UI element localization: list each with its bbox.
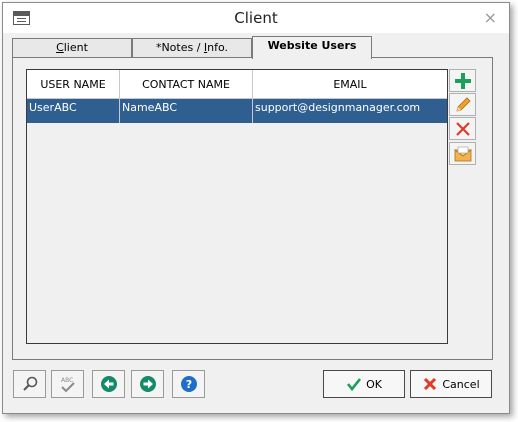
website-users-grid[interactable]: USER NAME CONTACT NAME EMAIL UserABC Nam… bbox=[26, 69, 448, 344]
tab-notes-label-post: nfo. bbox=[207, 41, 229, 54]
email-user-button[interactable] bbox=[449, 142, 476, 165]
column-header-email[interactable]: EMAIL bbox=[253, 70, 447, 99]
add-user-button[interactable] bbox=[449, 69, 476, 92]
spell-check-button[interactable]: ABC bbox=[51, 370, 84, 398]
close-icon[interactable]: × bbox=[484, 8, 497, 27]
cell-user-name: UserABC bbox=[27, 99, 120, 123]
cancel-x-icon bbox=[424, 377, 437, 391]
edit-pencil-icon bbox=[455, 96, 471, 112]
tab-notes-info[interactable]: *Notes / Info. bbox=[132, 38, 252, 58]
arrow-left-icon bbox=[100, 376, 117, 392]
window-title: Client bbox=[234, 9, 278, 27]
ok-label: OK bbox=[366, 377, 382, 391]
search-button[interactable] bbox=[13, 370, 46, 398]
ok-button[interactable]: OK bbox=[323, 370, 405, 398]
spell-abc-text: ABC bbox=[61, 377, 73, 384]
tab-notes-label-pre: *Notes / bbox=[155, 41, 204, 54]
help-glyph: ? bbox=[185, 378, 191, 391]
delete-icon bbox=[455, 121, 470, 136]
spell-check-icon: ABC bbox=[61, 377, 75, 393]
help-button[interactable]: ? bbox=[172, 370, 205, 398]
edit-user-button[interactable] bbox=[449, 93, 476, 116]
grid-header: USER NAME CONTACT NAME EMAIL bbox=[27, 70, 447, 99]
next-record-button[interactable] bbox=[131, 370, 164, 398]
help-icon: ? bbox=[180, 376, 197, 392]
cell-email: support@designmanager.com bbox=[255, 101, 421, 114]
cancel-label: Cancel bbox=[442, 377, 480, 391]
tab-client-mnemonic: C bbox=[56, 41, 64, 54]
tab-website-users[interactable]: Website Users bbox=[252, 36, 372, 59]
add-icon bbox=[454, 72, 471, 89]
magnifier-icon bbox=[22, 376, 37, 391]
arrow-right-icon bbox=[139, 376, 156, 392]
delete-user-button[interactable] bbox=[449, 117, 476, 140]
table-row[interactable]: UserABC NameABC support@designmanager.co… bbox=[27, 99, 447, 123]
previous-record-button[interactable] bbox=[92, 370, 125, 398]
tab-strip: Client *Notes / Info. Website Users bbox=[12, 36, 492, 59]
column-header-contact-name[interactable]: CONTACT NAME bbox=[120, 70, 253, 99]
cell-contact-name: NameABC bbox=[120, 99, 253, 123]
tab-client[interactable]: Client bbox=[12, 38, 132, 58]
email-envelope-icon bbox=[453, 146, 472, 161]
title-bar: Client × bbox=[3, 3, 509, 33]
checkmark-icon bbox=[347, 378, 362, 392]
cancel-button[interactable]: Cancel bbox=[410, 370, 492, 398]
tab-client-label: lient bbox=[63, 41, 88, 54]
column-header-user-name[interactable]: USER NAME bbox=[27, 70, 120, 99]
